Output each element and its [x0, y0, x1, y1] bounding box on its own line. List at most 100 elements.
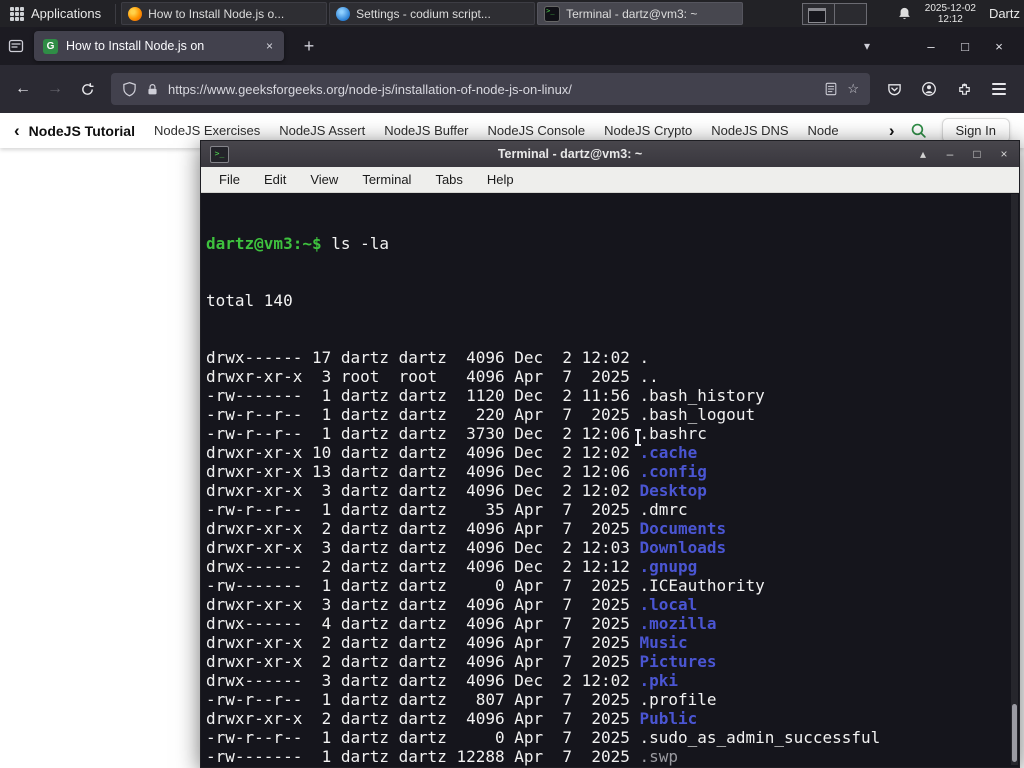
terminal-line: drwxr-xr-x 2 dartz dartz 4096 Apr 7 2025… — [206, 519, 727, 538]
site-search-icon[interactable] — [910, 122, 927, 139]
terminal-icon — [544, 5, 561, 22]
site-nav-item[interactable]: NodeJS Crypto — [604, 123, 692, 138]
terminal-line: -rw------- 1 dartz dartz 1120 Dec 2 11:5… — [206, 386, 765, 405]
terminal-line: drwxr-xr-x 3 dartz dartz 4096 Dec 2 12:0… — [206, 538, 727, 557]
taskbar-right: 2025-12-02 12:12 Dartz — [897, 3, 1024, 25]
forward-button[interactable]: → — [39, 73, 71, 105]
terminal-line: drwx------ 3 dartz dartz 4096 Dec 2 12:0… — [206, 671, 679, 690]
terminal-close-button[interactable]: × — [998, 147, 1010, 161]
url-bar[interactable]: https://www.geeksforgeeks.org/node-js/in… — [111, 73, 870, 105]
taskbar-user-label[interactable]: Dartz — [989, 6, 1020, 21]
padlock-icon[interactable] — [146, 82, 159, 97]
terminal-line: drwxr-xr-x 2 dartz dartz 4096 Apr 7 2025… — [206, 709, 698, 728]
terminal-total-line: total 140 — [206, 291, 293, 310]
firefox-view-icon[interactable] — [8, 38, 24, 54]
terminal-app-icon: >_ — [210, 145, 229, 163]
settings-icon — [336, 6, 351, 21]
terminal-menu-help[interactable]: Help — [487, 172, 514, 187]
firefox-icon — [128, 6, 143, 21]
reload-button[interactable] — [71, 73, 103, 105]
terminal-line: drwxr-xr-x 3 dartz dartz 4096 Apr 7 2025… — [206, 595, 698, 614]
browser-window-controls: – □ × — [914, 39, 1016, 54]
terminal-listing: drwx------ 17 dartz dartz 4096 Dec 2 12:… — [206, 348, 1019, 767]
terminal-title: Terminal - dartz@vm3: ~ — [497, 147, 643, 161]
site-nav-item[interactable]: Node — [808, 123, 839, 138]
workspace-1[interactable] — [803, 3, 836, 24]
terminal-titlebar[interactable]: >_ Terminal - dartz@vm3: ~ ▴ – □ × — [201, 141, 1019, 167]
terminal-line: drwxr-xr-x 2 dartz dartz 4096 Apr 7 2025… — [206, 766, 1019, 767]
taskbar-windows: How to Install Node.js o... Settings - co… — [120, 0, 744, 27]
terminal-command: ls -la — [321, 234, 390, 253]
terminal-menu-tabs[interactable]: Tabs — [435, 172, 462, 187]
browser-nav-toolbar: ← → https://www.geeksforgeeks.org/node-j… — [0, 65, 1024, 113]
taskbar-window-button[interactable]: Terminal - dartz@vm3: ~ — [537, 2, 744, 25]
workspace-2[interactable] — [835, 3, 867, 24]
taskbar-clock[interactable]: 2025-12-02 12:12 — [925, 3, 976, 25]
taskbar-window-button[interactable]: How to Install Node.js o... — [121, 2, 328, 25]
site-nav-item[interactable]: NodeJS Exercises — [154, 123, 260, 138]
tracking-shield-icon[interactable] — [122, 81, 137, 97]
back-button[interactable]: ← — [7, 73, 39, 105]
window-maximize-button[interactable]: □ — [948, 39, 982, 54]
terminal-line: drwxr-xr-x 2 dartz dartz 4096 Apr 7 2025… — [206, 633, 688, 652]
taskbar-separator — [115, 3, 117, 24]
site-nav-item[interactable]: NodeJS Assert — [279, 123, 365, 138]
url-text[interactable]: https://www.geeksforgeeks.org/node-js/in… — [168, 82, 815, 97]
site-nav-items: NodeJS Exercises NodeJS Assert NodeJS Buff… — [154, 123, 839, 138]
workspace-switcher[interactable] — [802, 2, 868, 25]
site-nav-title-label: NodeJS Tutorial — [28, 122, 135, 139]
terminal-line: drwxr-xr-x 10 dartz dartz 4096 Dec 2 12:… — [206, 443, 698, 462]
terminal-menu-view[interactable]: View — [310, 172, 338, 187]
taskbar-window-title: How to Install Node.js o... — [148, 6, 285, 21]
applications-label: Applications — [31, 6, 102, 21]
terminal-line: drwx------ 17 dartz dartz 4096 Dec 2 12:… — [206, 348, 650, 367]
menu-hamburger-icon[interactable] — [983, 73, 1015, 105]
mouse-text-cursor — [635, 429, 641, 446]
terminal-minimize-button[interactable]: – — [944, 147, 956, 161]
terminal-line: drwxr-xr-x 13 dartz dartz 4096 Dec 2 12:… — [206, 462, 707, 481]
clock-date: 2025-12-02 — [924, 2, 976, 14]
scroll-right-chevron-icon[interactable]: › — [889, 122, 895, 139]
terminal-maximize-button[interactable]: □ — [971, 147, 983, 161]
window-minimize-button[interactable]: – — [914, 39, 948, 54]
site-favicon: G — [43, 38, 58, 54]
terminal-menu-edit[interactable]: Edit — [264, 172, 286, 187]
applications-grid-icon — [10, 6, 24, 21]
bookmark-star-icon[interactable]: ☆ — [847, 81, 859, 97]
scroll-left-chevron-icon[interactable]: ‹ — [14, 122, 20, 139]
terminal-line: drwx------ 4 dartz dartz 4096 Apr 7 2025… — [206, 614, 717, 633]
toolbar-right-icons — [878, 73, 1017, 105]
site-nav-item[interactable]: NodeJS Buffer — [384, 123, 468, 138]
terminal-menu-file[interactable]: File — [219, 172, 240, 187]
taskbar-window-button[interactable]: Settings - codium script... — [329, 2, 536, 25]
terminal-line: drwxr-xr-x 3 dartz dartz 4096 Dec 2 12:0… — [206, 481, 707, 500]
terminal-line: drwxr-xr-x 3 root root 4096 Apr 7 2025 .… — [206, 367, 659, 386]
terminal-line: -rw-r--r-- 1 dartz dartz 3730 Dec 2 12:0… — [206, 424, 707, 443]
list-all-tabs-icon[interactable]: ▾ — [864, 39, 870, 53]
taskbar-window-title: Settings - codium script... — [356, 6, 491, 21]
account-icon[interactable] — [913, 73, 945, 105]
notification-bell-icon[interactable] — [897, 6, 912, 22]
terminal-shade-button[interactable]: ▴ — [917, 147, 929, 161]
terminal-menu-terminal[interactable]: Terminal — [362, 172, 411, 187]
site-nav-item[interactable]: NodeJS Console — [488, 123, 586, 138]
terminal-screen[interactable]: dartz@vm3:~$ ls -la total 140 drwx------… — [201, 193, 1019, 767]
browser-tab-active[interactable]: G How to Install Node.js on × — [34, 31, 284, 61]
tab-close-icon[interactable]: × — [264, 39, 275, 53]
site-nav-item[interactable]: NodeJS DNS — [711, 123, 788, 138]
reader-mode-icon[interactable] — [824, 82, 838, 96]
new-tab-button[interactable]: + — [296, 36, 322, 57]
terminal-line: -rw-r--r-- 1 dartz dartz 807 Apr 7 2025 … — [206, 690, 717, 709]
terminal-prompt: dartz@vm3:~$ — [206, 234, 322, 253]
extensions-icon[interactable] — [948, 73, 980, 105]
terminal-line: -rw------- 1 dartz dartz 12288 Apr 7 202… — [206, 747, 679, 766]
terminal-line: -rw-r--r-- 1 dartz dartz 220 Apr 7 2025 … — [206, 405, 756, 424]
applications-menu-button[interactable]: Applications — [0, 0, 111, 27]
terminal-scrollbar[interactable] — [1011, 194, 1018, 765]
site-nav-title[interactable]: ‹ NodeJS Tutorial — [14, 122, 135, 139]
pocket-icon[interactable] — [878, 73, 910, 105]
terminal-window: >_ Terminal - dartz@vm3: ~ ▴ – □ × File E… — [200, 140, 1020, 768]
terminal-scrollbar-thumb[interactable] — [1012, 704, 1017, 762]
window-close-button[interactable]: × — [982, 39, 1016, 54]
terminal-line: drwx------ 2 dartz dartz 4096 Dec 2 12:1… — [206, 557, 698, 576]
